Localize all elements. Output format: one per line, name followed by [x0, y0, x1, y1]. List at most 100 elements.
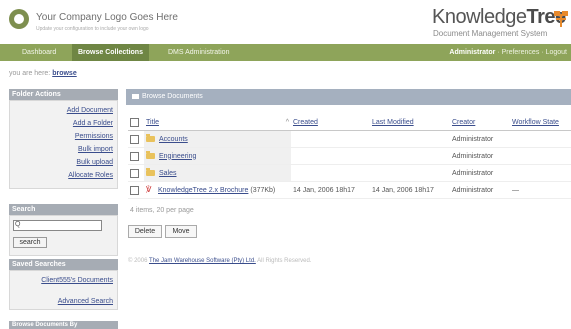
current-user[interactable]: Administrator: [449, 49, 495, 56]
logout-link[interactable]: Logout: [546, 49, 567, 56]
row-workflow-cell: [510, 131, 571, 148]
column-title[interactable]: Title ^: [144, 114, 291, 131]
bulk-import-link[interactable]: Bulk import: [10, 144, 117, 155]
tab-dashboard[interactable]: Dashboard: [22, 44, 56, 61]
preferences-link[interactable]: Preferences: [502, 49, 540, 56]
paging-info: 4 items, 20 per page: [130, 207, 194, 214]
breadcrumb: you are here: browse: [9, 70, 77, 77]
nav-separator: ·: [497, 49, 500, 56]
company-logo-icon: [9, 9, 29, 29]
footer: © 2006 The Jam Warehouse Software (Pty) …: [128, 258, 312, 264]
add-folder-link[interactable]: Add a Folder: [10, 118, 117, 129]
row-modified-cell: [370, 148, 450, 165]
allocate-roles-link[interactable]: Allocate Roles: [10, 170, 117, 181]
folder-link-engineering[interactable]: Engineering: [159, 153, 196, 160]
row-workflow-cell: —: [512, 186, 519, 194]
folder-icon: [146, 150, 155, 159]
row-modified-cell: 14 Jan, 2006 18h17: [372, 186, 434, 194]
delete-button[interactable]: Delete: [128, 225, 162, 238]
main-nav: Dashboard Browse Collections DMS Adminis…: [0, 44, 571, 61]
table-row: Sales Administrator: [128, 164, 571, 182]
row-select-cell: [128, 165, 144, 182]
tree-logo-icon: [554, 11, 568, 27]
row-title-cell: Engineering: [144, 147, 291, 165]
add-document-link[interactable]: Add Document: [10, 105, 117, 116]
folder-icon: [132, 93, 139, 99]
search-icon: Q: [15, 221, 21, 228]
column-creator-label[interactable]: Creator: [452, 119, 475, 126]
bulk-upload-link[interactable]: Bulk upload: [10, 157, 117, 168]
browse-documents-header: Browse Documents: [126, 89, 571, 105]
search-input[interactable]: Q: [13, 220, 102, 231]
move-button[interactable]: Move: [165, 225, 197, 238]
pdf-icon: ℣: [146, 185, 152, 194]
breadcrumb-browse-link[interactable]: browse: [52, 70, 77, 77]
advanced-search-link[interactable]: Advanced Search: [10, 296, 117, 307]
panel-title: Browse Documents: [142, 93, 203, 100]
app-header: Your Company Logo Goes Here Update your …: [0, 0, 571, 42]
search-box: Q search: [9, 215, 118, 256]
column-created-label[interactable]: Created: [293, 119, 318, 126]
folder-actions-box: Add Document Add a Folder Permissions Bu…: [9, 100, 118, 189]
footer-company-link[interactable]: The Jam Warehouse Software (Pty) Ltd.: [149, 258, 256, 264]
column-created[interactable]: Created: [291, 114, 370, 131]
row-title-cell: ℣ KnowledgeTree 2.x Brochure (377Kb): [144, 182, 291, 199]
row-select-cell: [128, 148, 144, 165]
nav-separator: ·: [541, 49, 544, 56]
table-row: Engineering Administrator: [128, 147, 571, 165]
row-checkbox[interactable]: [130, 151, 139, 161]
row-modified-cell: [370, 131, 450, 148]
company-logo-subtitle: Update your configuration to include you…: [36, 26, 149, 32]
column-last-modified[interactable]: Last Modified: [370, 114, 450, 131]
row-checkbox[interactable]: [130, 134, 139, 144]
row-created-cell: [291, 148, 370, 165]
document-link-brochure[interactable]: KnowledgeTree 2.x Brochure: [158, 187, 248, 194]
row-created-cell: 14 Jan, 2006 18h17: [293, 186, 355, 194]
select-all-checkbox[interactable]: [130, 117, 139, 127]
row-title-cell: Accounts: [144, 130, 291, 148]
row-checkbox[interactable]: [130, 185, 139, 195]
row-creator-cell: Administrator: [452, 152, 494, 160]
saved-search-client555[interactable]: Client555's Documents: [10, 275, 117, 286]
row-creator-cell: Administrator: [452, 186, 494, 194]
row-select-cell: [128, 182, 144, 199]
permissions-link[interactable]: Permissions: [10, 131, 117, 142]
folder-link-accounts[interactable]: Accounts: [159, 136, 188, 143]
folder-icon: [146, 133, 155, 142]
breadcrumb-prefix: you are here:: [9, 70, 51, 77]
documents-table: Title ^ Created Last Modified Creator Wor…: [128, 114, 571, 199]
saved-searches-header: Saved Searches: [9, 259, 118, 270]
table-row: Accounts Administrator: [128, 130, 571, 148]
tab-dms-administration[interactable]: DMS Administration: [168, 44, 229, 61]
row-checkbox[interactable]: [130, 168, 139, 178]
column-creator[interactable]: Creator: [450, 114, 510, 131]
row-workflow-cell: [510, 165, 571, 182]
row-title-cell: Sales: [144, 164, 291, 182]
user-menu: Administrator · Preferences · Logout: [449, 44, 567, 61]
search-button[interactable]: search: [13, 237, 47, 248]
product-logo: KnowledgeTree: [432, 6, 566, 29]
saved-searches-box: Client555's Documents Advanced Search: [9, 270, 118, 310]
column-workflow-state[interactable]: Workflow State: [510, 114, 571, 131]
table-header-row: Title ^ Created Last Modified Creator Wor…: [128, 114, 571, 131]
select-all-cell: [128, 114, 144, 131]
row-creator-cell: Administrator: [452, 135, 494, 143]
product-tagline: Document Management System: [433, 29, 548, 38]
row-created-cell: [291, 165, 370, 182]
row-modified-cell: [370, 165, 450, 182]
row-select-cell: [128, 131, 144, 148]
column-last-modified-label[interactable]: Last Modified: [372, 119, 414, 126]
product-name-light: Knowledge: [432, 6, 527, 28]
column-title-label[interactable]: Title: [146, 119, 159, 126]
column-workflow-state-label[interactable]: Workflow State: [512, 119, 559, 126]
search-header: Search: [9, 204, 118, 215]
footer-rights: All Rights Reserved.: [257, 258, 312, 264]
folder-actions-header: Folder Actions: [9, 89, 118, 100]
browse-by-header: Browse Documents By: [9, 321, 118, 329]
table-row: ℣ KnowledgeTree 2.x Brochure (377Kb) 14 J…: [128, 182, 571, 199]
folder-link-sales[interactable]: Sales: [159, 170, 177, 177]
tab-browse-collections[interactable]: Browse Collections: [72, 44, 149, 61]
company-logo-title: Your Company Logo Goes Here: [36, 12, 178, 23]
footer-copyright: © 2006: [128, 258, 148, 264]
document-size: (377Kb): [250, 186, 276, 194]
